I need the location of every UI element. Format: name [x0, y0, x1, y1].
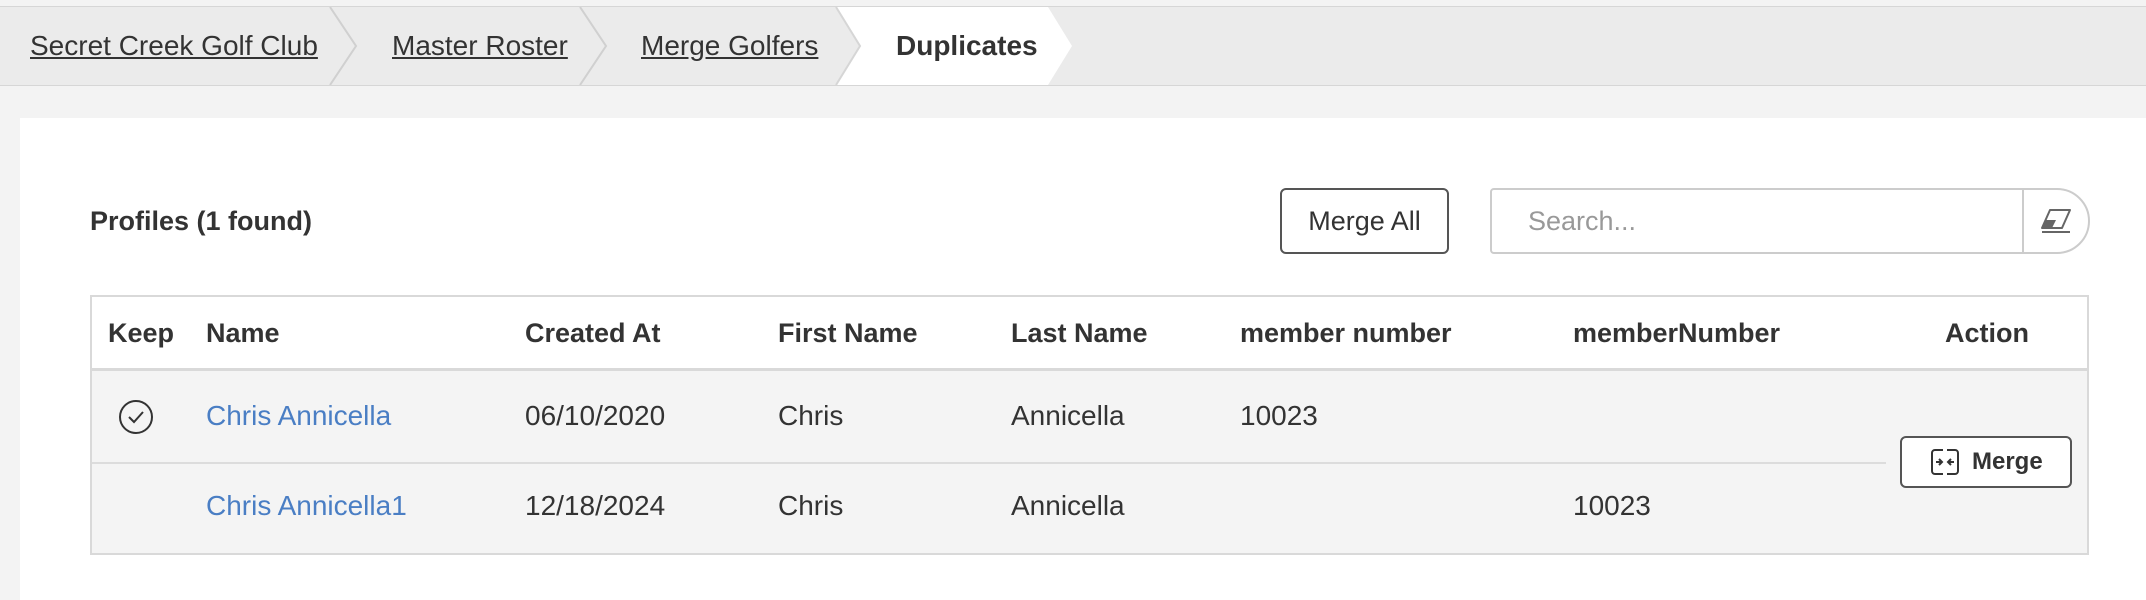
breadcrumb-separator-icon	[329, 7, 358, 85]
column-header-member-number: member number	[1240, 318, 1452, 348]
merge-button-label: Merge	[1972, 448, 2043, 475]
first-name-cell: Chris	[778, 490, 844, 521]
breadcrumb-duplicates-current: Duplicates	[896, 30, 1038, 61]
column-header-created-at: Created At	[525, 318, 661, 348]
column-header-membernumber: memberNumber	[1573, 318, 1781, 348]
breadcrumb: Secret Creek Golf Club Master Roster Mer…	[0, 6, 2146, 86]
search-input[interactable]	[1492, 190, 2022, 252]
column-header-first-name: First Name	[778, 318, 918, 348]
last-name-cell: Annicella	[1011, 490, 1125, 521]
merge-arrows-icon	[1931, 448, 1959, 476]
column-header-action: Action	[1945, 318, 2029, 348]
created-at-cell: 06/10/2020	[525, 400, 666, 431]
member-number-cell: 10023	[1240, 400, 1318, 431]
duplicates-table: Keep Name Created At First Name Last Nam…	[90, 295, 2089, 555]
column-header-keep: Keep	[108, 318, 175, 348]
golfer-name-link[interactable]: Chris Annicella1	[206, 461, 407, 551]
search-box	[1490, 188, 2090, 254]
table-row: Chris Annicella1 12/18/2024 Chris Annice…	[92, 461, 2087, 551]
profiles-title: Profiles (1 found)	[90, 206, 312, 236]
search-divider	[2022, 190, 2024, 252]
golfer-name-link[interactable]: Chris Annicella	[206, 371, 391, 461]
merge-button[interactable]: Merge	[1900, 436, 2072, 488]
column-header-name: Name	[206, 318, 280, 348]
created-at-cell: 12/18/2024	[525, 490, 666, 521]
breadcrumb-merge-golfers-link[interactable]: Merge Golfers	[641, 7, 818, 85]
breadcrumb-separator-icon	[579, 7, 608, 85]
check-circle-icon[interactable]	[118, 399, 154, 435]
breadcrumb-club-link[interactable]: Secret Creek Golf Club	[30, 7, 318, 85]
column-header-last-name: Last Name	[1011, 318, 1148, 348]
last-name-cell: Annicella	[1011, 400, 1125, 431]
merge-all-button[interactable]: Merge All	[1280, 188, 1449, 254]
membernumber-cell: 10023	[1573, 490, 1651, 521]
first-name-cell: Chris	[778, 400, 844, 431]
table-row: Chris Annicella 06/10/2020 Chris Annicel…	[92, 371, 2087, 461]
eraser-icon[interactable]	[2040, 206, 2074, 236]
breadcrumb-master-roster-link[interactable]: Master Roster	[392, 7, 568, 85]
table-header: Keep Name Created At First Name Last Nam…	[92, 297, 2087, 371]
